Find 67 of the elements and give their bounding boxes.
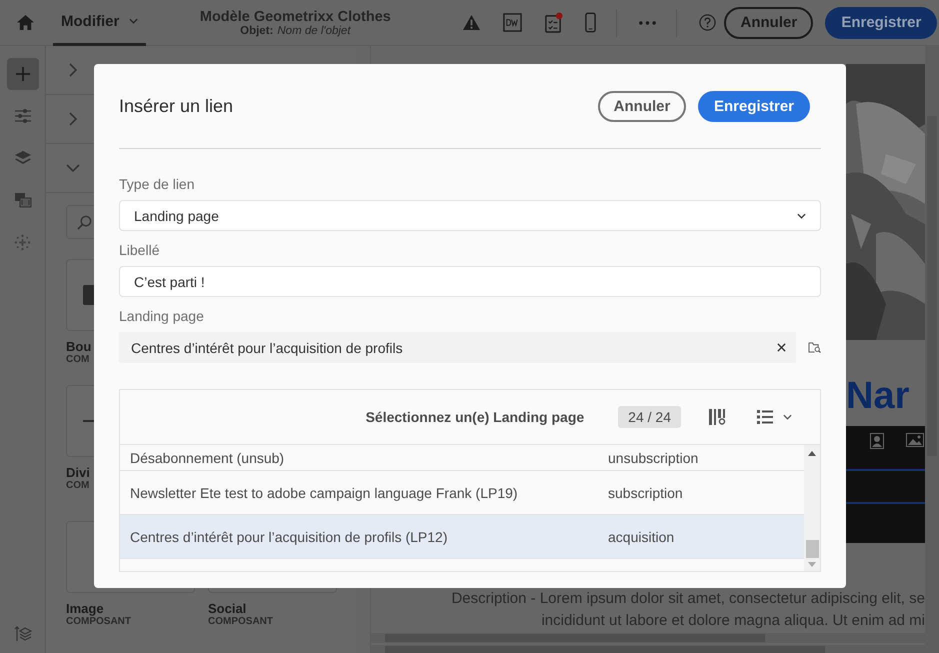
picker-title: Sélectionnez un(e) Landing page xyxy=(366,409,584,425)
dw-icon[interactable] xyxy=(503,13,522,32)
sliders-icon xyxy=(14,109,32,123)
search-icon xyxy=(77,214,92,230)
save-button[interactable]: Enregistrer xyxy=(825,6,938,38)
label-input[interactable]: C’est parti ! xyxy=(119,266,821,297)
dialog-title: Insérer un lien xyxy=(119,96,234,116)
component-type: COMPOSANT xyxy=(208,616,273,627)
layers-icon[interactable] xyxy=(14,625,32,643)
scroll-thumb[interactable] xyxy=(806,540,818,558)
subtitle-value: Nom de l'objet xyxy=(277,24,351,36)
description-text: Description - Lorem ipsum dolor sit amet, consectetur adipiscing elit, se xyxy=(451,589,925,609)
help-icon[interactable] xyxy=(699,14,716,31)
component-name: Divi xyxy=(66,465,90,480)
chevron-icon xyxy=(783,414,792,420)
media-icon xyxy=(14,192,32,208)
table-cell: acquisition xyxy=(608,528,674,544)
component-name: Social xyxy=(208,601,246,616)
table-cell: unsubscription xyxy=(608,450,698,466)
description-text: incididunt ut labore et dolore magna aliqua. Ut enim ad mi xyxy=(541,611,925,631)
component-name: Image xyxy=(66,601,104,616)
count-badge: 24 / 24 xyxy=(618,406,681,428)
chevron-icon xyxy=(68,112,78,126)
column-settings-icon[interactable] xyxy=(709,409,727,425)
browse-icon[interactable] xyxy=(808,342,821,353)
warning-icon[interactable] xyxy=(462,14,482,31)
table-cell-text: Désabonnement (unsub) xyxy=(129,450,286,466)
chevron-icon xyxy=(68,63,78,77)
component-type: COM xyxy=(66,354,90,365)
cancel-button[interactable]: Annuler xyxy=(598,90,686,122)
table-cell-text: Newsletter Ete test to adobe campaign language Frank (LP19) xyxy=(129,484,519,500)
heading: Nar xyxy=(846,374,910,418)
table-scrollbar[interactable] xyxy=(804,445,820,571)
save-button[interactable]: Enregistrer xyxy=(698,90,810,122)
vertical-scrollbar[interactable] xyxy=(925,46,939,653)
table-row[interactable]: Centres d’intérêt pour l’acquisition de profils (LP12) acquisition xyxy=(120,515,804,559)
table-cell-text: Centres d’intérêt pour l’acquisition de profils (LP12) xyxy=(129,528,448,544)
clear-icon[interactable] xyxy=(777,343,786,352)
portrait-icon[interactable] xyxy=(870,433,884,449)
rail-button[interactable] xyxy=(6,58,38,90)
landing-page-field[interactable]: Centres d’intérêt pour l’acquisition de profils xyxy=(119,332,796,363)
caret-icon xyxy=(129,18,138,24)
subtitle-label: Objet: xyxy=(240,24,274,36)
home-icon[interactable] xyxy=(16,14,35,31)
chevron-icon xyxy=(797,212,806,218)
list-view-menu[interactable] xyxy=(757,410,792,424)
document-title: Modèle Geometrixx Clothes xyxy=(200,8,391,24)
field-label: Libellé xyxy=(119,242,160,258)
layers-icon xyxy=(14,150,32,166)
field-label: Landing page xyxy=(119,308,205,324)
component-name: Bou xyxy=(66,339,92,354)
image-icon[interactable] xyxy=(906,433,924,447)
chevron-icon xyxy=(66,163,80,173)
table-row[interactable]: Désabonnement (unsub) unsubscription xyxy=(120,445,804,471)
plus-icon xyxy=(14,66,30,82)
scroll-up-icon[interactable] xyxy=(808,451,816,456)
component-type: COM xyxy=(66,480,90,491)
scroll-down-icon[interactable] xyxy=(808,562,816,567)
more-icon[interactable] xyxy=(639,20,656,24)
checklist-icon[interactable] xyxy=(544,12,564,33)
dotted-plus-icon xyxy=(14,234,31,250)
component-type: COMPOSANT xyxy=(66,616,131,627)
phone-icon[interactable] xyxy=(585,12,596,33)
table-cell: subscription xyxy=(608,484,683,500)
link-type-dropdown[interactable]: Landing page xyxy=(119,200,821,231)
list-icon xyxy=(757,410,773,424)
field-label: Type de lien xyxy=(119,176,196,192)
